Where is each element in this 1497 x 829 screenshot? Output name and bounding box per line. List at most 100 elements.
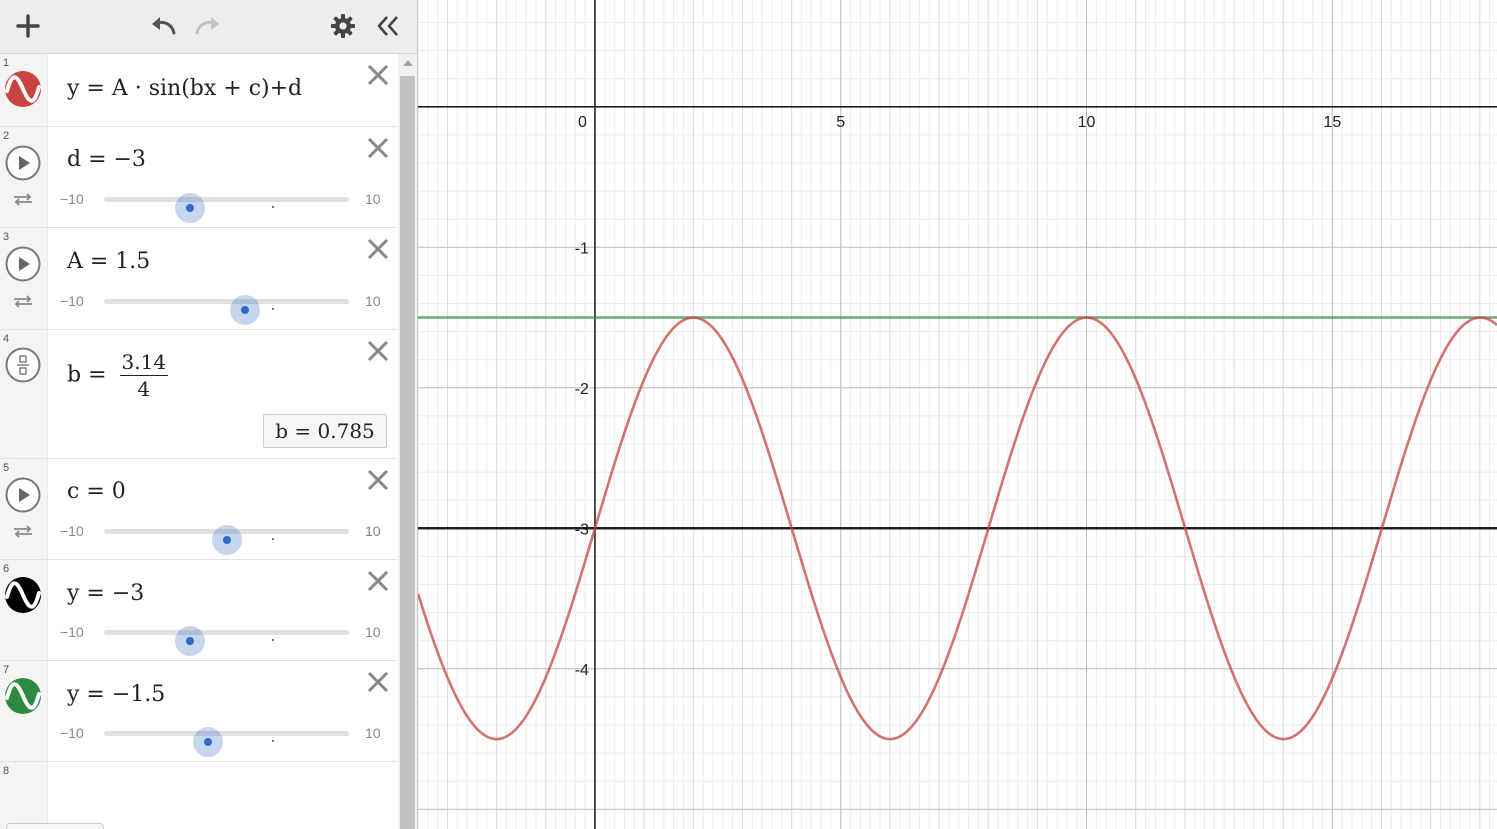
x-tick-label: 15 bbox=[1323, 114, 1341, 131]
expression-number: 3 bbox=[3, 231, 10, 243]
double-chevron-left-icon[interactable] bbox=[370, 8, 406, 44]
expression-formula[interactable]: b = 3.14 4 bbox=[67, 350, 169, 401]
slider-min: −10 bbox=[60, 191, 84, 207]
slider-min: −10 bbox=[60, 523, 84, 539]
expression-scrollbar[interactable] bbox=[398, 54, 417, 829]
sine-curve-color-icon[interactable] bbox=[5, 71, 41, 107]
y-tick-label: -4 bbox=[575, 662, 589, 679]
undo-icon[interactable] bbox=[145, 8, 181, 44]
close-icon[interactable] bbox=[365, 62, 391, 88]
fraction-icon[interactable] bbox=[5, 347, 41, 383]
y-tick-label: -2 bbox=[575, 381, 589, 398]
loop-icon[interactable] bbox=[12, 524, 34, 538]
slider-max: 10 bbox=[365, 293, 381, 309]
expression-toolbar bbox=[0, 0, 417, 54]
slider-y-green[interactable]: −10 10 bbox=[60, 723, 385, 757]
close-icon[interactable] bbox=[365, 135, 391, 161]
graph-canvas[interactable]: 0 5 10 15 -1 -2 -3 -4 bbox=[418, 0, 1497, 829]
expression-gutter: 4 bbox=[0, 330, 48, 458]
loop-icon[interactable] bbox=[12, 192, 34, 206]
play-icon[interactable] bbox=[5, 145, 41, 181]
expression-gutter: 1 bbox=[0, 54, 48, 126]
expression-row[interactable]: 7 y = −1.5 −10 10 bbox=[0, 661, 397, 762]
slider-track[interactable] bbox=[104, 626, 349, 656]
slider-knob[interactable] bbox=[211, 525, 242, 555]
expression-row[interactable]: 2 d = −3 −10 10 bbox=[0, 127, 397, 228]
keypad-tab[interactable] bbox=[6, 823, 104, 829]
slider-max: 10 bbox=[365, 523, 381, 539]
slider-knob[interactable] bbox=[229, 295, 260, 325]
sine-curve-color-icon[interactable] bbox=[5, 678, 41, 714]
expression-number: 8 bbox=[3, 765, 10, 777]
expression-row[interactable]: 4 b = 3.14 4 b = 0.785 bbox=[0, 330, 397, 459]
close-icon[interactable] bbox=[365, 236, 391, 262]
y-tick-label: -3 bbox=[575, 521, 589, 538]
expression-gutter: 2 bbox=[0, 127, 48, 227]
x-tick-label: 0 bbox=[578, 114, 587, 131]
slider-track[interactable] bbox=[104, 525, 349, 555]
expression-formula[interactable]: y = −1.5 bbox=[67, 682, 165, 707]
x-tick-label: 10 bbox=[1078, 114, 1096, 131]
slider-max: 10 bbox=[365, 624, 381, 640]
expression-panel: 1 y = A · sin(bx + c)+d 2 d = −3 −10 10 … bbox=[0, 0, 418, 829]
slider-A[interactable]: −10 10 bbox=[60, 291, 385, 325]
expression-gutter: 5 bbox=[0, 459, 48, 559]
fraction-lhs: b = bbox=[67, 362, 107, 388]
expression-row[interactable]: 6 y = −3 −10 10 bbox=[0, 560, 397, 661]
slider-min: −10 bbox=[60, 624, 84, 640]
slider-track[interactable] bbox=[104, 295, 349, 325]
scroll-up-arrow-icon[interactable] bbox=[403, 60, 413, 66]
expression-row-empty[interactable]: 8 bbox=[0, 762, 397, 829]
expression-number: 4 bbox=[3, 333, 10, 345]
expression-number: 2 bbox=[3, 130, 10, 142]
expression-row[interactable]: 1 y = A · sin(bx + c)+d bbox=[0, 54, 397, 127]
slider-c[interactable]: −10 10 bbox=[60, 521, 385, 555]
fraction-numerator: 3.14 bbox=[119, 350, 169, 376]
evaluation-result: b = 0.785 bbox=[263, 414, 387, 448]
y-tick-label: -1 bbox=[575, 240, 589, 257]
slider-knob[interactable] bbox=[174, 193, 205, 223]
sine-curve-color-icon[interactable] bbox=[5, 577, 41, 613]
slider-min: −10 bbox=[60, 725, 84, 741]
expression-formula[interactable]: A = 1.5 bbox=[67, 249, 150, 274]
expression-gutter: 8 bbox=[0, 762, 48, 829]
play-icon[interactable] bbox=[5, 246, 41, 282]
expression-row[interactable]: 5 c = 0 −10 10 bbox=[0, 459, 397, 560]
slider-d[interactable]: −10 10 bbox=[60, 189, 385, 223]
expression-formula[interactable]: c = 0 bbox=[67, 479, 126, 504]
slider-max: 10 bbox=[365, 191, 381, 207]
expression-number: 5 bbox=[3, 462, 10, 474]
slider-min: −10 bbox=[60, 293, 84, 309]
gear-icon[interactable] bbox=[325, 8, 361, 44]
close-icon[interactable] bbox=[365, 338, 391, 364]
expression-gutter: 3 bbox=[0, 228, 48, 329]
graphing-calculator: 1 y = A · sin(bx + c)+d 2 d = −3 −10 10 … bbox=[0, 0, 1497, 829]
expression-gutter: 7 bbox=[0, 661, 48, 761]
close-icon[interactable] bbox=[365, 467, 391, 493]
redo-icon[interactable] bbox=[190, 8, 226, 44]
expression-formula[interactable]: y = −3 bbox=[67, 581, 144, 606]
slider-track[interactable] bbox=[104, 193, 349, 223]
slider-knob[interactable] bbox=[174, 626, 205, 656]
expression-formula[interactable]: y = A · sin(bx + c)+d bbox=[67, 76, 302, 101]
slider-knob[interactable] bbox=[193, 727, 224, 757]
expression-number: 1 bbox=[3, 57, 10, 69]
close-icon[interactable] bbox=[365, 568, 391, 594]
slider-max: 10 bbox=[365, 725, 381, 741]
expression-number: 6 bbox=[3, 563, 10, 575]
x-tick-label: 5 bbox=[836, 114, 845, 131]
close-icon[interactable] bbox=[365, 669, 391, 695]
graph-paper[interactable]: 0 5 10 15 -1 -2 -3 -4 bbox=[418, 0, 1497, 829]
expression-row[interactable]: 3 A = 1.5 −10 10 bbox=[0, 228, 397, 330]
expression-formula[interactable]: d = −3 bbox=[67, 147, 146, 172]
slider-y-black[interactable]: −10 10 bbox=[60, 622, 385, 656]
fraction-denominator: 4 bbox=[137, 377, 151, 401]
fraction: 3.14 4 bbox=[119, 350, 169, 401]
loop-icon[interactable] bbox=[12, 294, 34, 308]
play-icon[interactable] bbox=[5, 477, 41, 513]
plus-icon[interactable] bbox=[10, 8, 46, 44]
expression-list: 1 y = A · sin(bx + c)+d 2 d = −3 −10 10 … bbox=[0, 54, 397, 829]
scrollbar-thumb[interactable] bbox=[400, 76, 415, 829]
expression-number: 7 bbox=[3, 664, 10, 676]
slider-track[interactable] bbox=[104, 727, 349, 757]
